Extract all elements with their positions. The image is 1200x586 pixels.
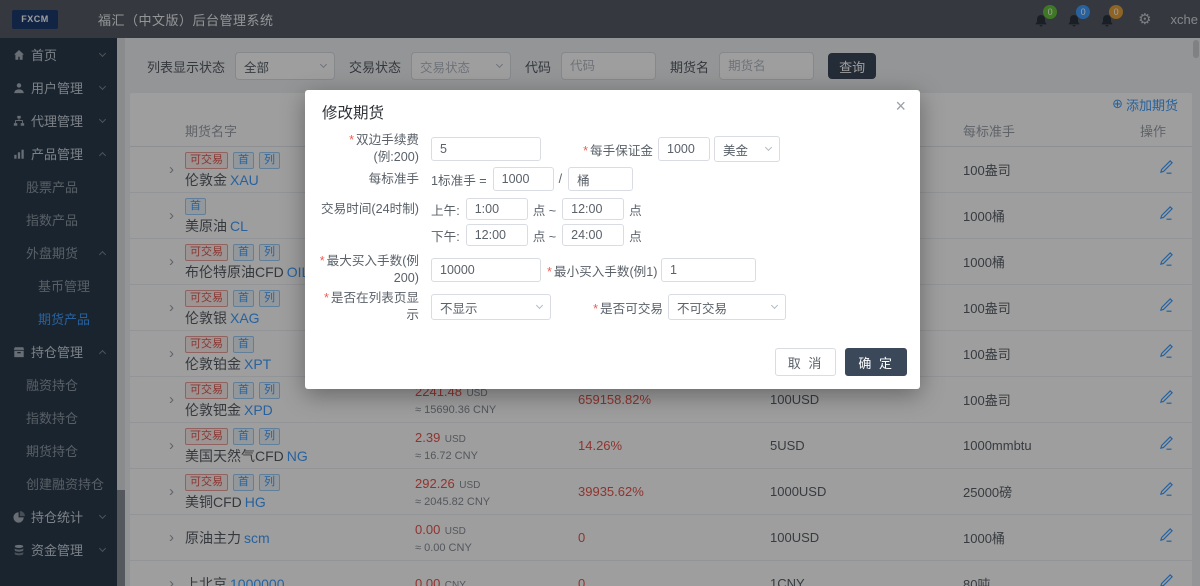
page: FXCM 福汇（中文版）后台管理系统 000 ⚙ xche 首页用户管理代理管理…: [0, 0, 1200, 586]
per-std-prefix: 1标准手 =: [431, 170, 487, 189]
pm-label: 下午:: [431, 226, 460, 245]
max-buy-label: 最大买入手数(例200): [318, 253, 419, 287]
fee-label: 双边手续费(例:200): [318, 132, 419, 166]
pm-from-input[interactable]: [466, 224, 528, 246]
modal-footer: 取 消 确 定: [775, 348, 907, 376]
tradable-label: 是否可交易: [557, 298, 663, 317]
time-suffix: 点: [629, 200, 642, 219]
pm-to-input[interactable]: [562, 224, 624, 246]
am-from-input[interactable]: [466, 198, 528, 220]
cancel-button[interactable]: 取 消: [775, 348, 837, 376]
margin-currency-value: 美金: [723, 140, 748, 159]
margin-currency-select[interactable]: 美金: [714, 136, 780, 162]
am-to-input[interactable]: [562, 198, 624, 220]
per-std-divider: /: [559, 172, 563, 186]
am-label: 上午:: [431, 200, 460, 219]
tradable-value: 不可交易: [677, 298, 727, 317]
max-buy-input[interactable]: [431, 258, 541, 282]
show-in-list-value: 不显示: [440, 298, 478, 317]
confirm-button[interactable]: 确 定: [845, 348, 907, 376]
modal-title: 修改期货: [322, 101, 384, 123]
fee-input[interactable]: [431, 137, 541, 161]
chevron-down-icon: [536, 302, 543, 309]
margin-input[interactable]: [658, 137, 710, 161]
per-std-label: 每标准手: [318, 171, 419, 188]
min-buy-input[interactable]: [661, 258, 756, 282]
per-std-input[interactable]: [493, 167, 554, 191]
edit-futures-modal: 修改期货 × 双边手续费(例:200) 每手保证金 美金 每标准手 1标准手 =…: [305, 90, 920, 389]
trade-time-label: 交易时间(24时制): [318, 201, 419, 218]
time-suffix: 点: [629, 226, 642, 245]
chevron-down-icon: [771, 302, 778, 309]
time-separator: 点 ~: [533, 200, 556, 219]
tradable-select[interactable]: 不可交易: [668, 294, 786, 320]
close-icon[interactable]: ×: [895, 97, 906, 115]
show-in-list-label: 是否在列表页显示: [318, 290, 419, 324]
margin-label: 每手保证金: [547, 140, 653, 159]
chevron-down-icon: [765, 144, 772, 151]
per-std-unit-input[interactable]: [568, 167, 633, 191]
min-buy-label: 最小买入手数(例1): [547, 261, 653, 280]
time-separator: 点 ~: [533, 226, 556, 245]
show-in-list-select[interactable]: 不显示: [431, 294, 551, 320]
